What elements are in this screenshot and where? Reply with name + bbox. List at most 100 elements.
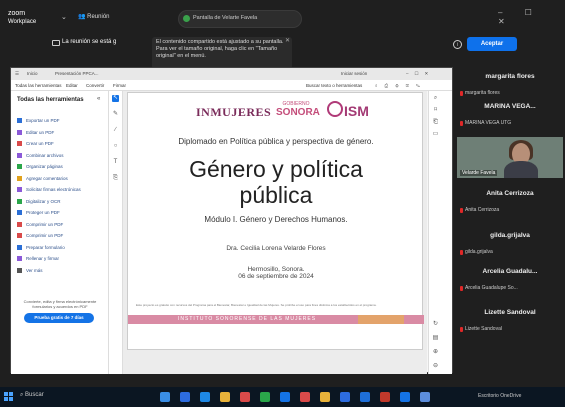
close-icon[interactable]: ✕ <box>285 37 290 44</box>
menu-sign[interactable]: Firmar <box>113 83 126 88</box>
zoom-out-icon[interactable]: ⊖ <box>432 363 439 370</box>
ism-emblem <box>327 101 343 117</box>
text-icon[interactable]: T <box>112 159 119 166</box>
chevron-left-icon[interactable]: « <box>97 96 100 102</box>
tool-item[interactable]: Combinar archivos <box>17 152 64 159</box>
participant-label: Lizette Sandoval <box>465 326 502 332</box>
tool-icon <box>17 244 22 250</box>
shape-icon[interactable]: ○ <box>112 143 119 150</box>
tool-item[interactable]: Rellenar y firmar <box>17 255 59 262</box>
free-trial-button[interactable]: Prueba gratis de 7 días <box>24 313 94 323</box>
taskbar-app-icon[interactable] <box>280 392 290 402</box>
tool-search-input[interactable]: Buscar texto o herramientas <box>306 83 362 88</box>
participant-tile[interactable]: Lizette Sandoval Lizette Sandoval <box>457 309 563 341</box>
tool-icon <box>17 233 22 239</box>
participant-tile[interactable]: margarita flores margarita flores <box>457 73 563 105</box>
tool-label: Rellenar y firmar <box>26 256 60 261</box>
tool-label: Comprimir un PDF <box>26 221 64 227</box>
tool-item[interactable]: Editar un PDF <box>17 129 54 136</box>
tool-label: Organizar páginas <box>26 164 63 169</box>
tool-item[interactable]: Preparar formulario <box>17 244 65 251</box>
tool-icon <box>17 256 22 262</box>
participant-name: MARINA VEGA... <box>484 103 536 110</box>
taskbar-app-icon[interactable] <box>420 392 430 402</box>
taskbar-app-icon[interactable] <box>160 392 170 402</box>
taskbar-app-icon[interactable] <box>320 392 330 402</box>
participant-tile[interactable]: Arcelia Guadalu... Arcelia Guadalupe So..… <box>457 268 563 300</box>
comment-icon[interactable]: ✎ <box>112 111 119 118</box>
page-icon[interactable]: ▤ <box>432 335 439 342</box>
participant-name: Lizette Sandoval <box>484 309 536 316</box>
meeting-button[interactable]: 👥 Reunión <box>78 13 110 20</box>
tool-item[interactable]: Digitalizar y OCR <box>17 198 61 205</box>
tool-label: Preparar formulario <box>26 244 65 250</box>
taskbar-app-icon[interactable] <box>340 392 350 402</box>
refresh-icon[interactable]: ↻ <box>432 321 439 328</box>
tool-item[interactable]: Exportar un PDF <box>17 117 60 124</box>
chevron-down-icon[interactable]: ⌄ <box>61 13 67 21</box>
taskbar-app-icon[interactable] <box>200 392 210 402</box>
accept-button[interactable]: Aceptar <box>467 37 517 51</box>
taskbar-app-icon[interactable] <box>400 392 410 402</box>
taskbar-app-icon[interactable] <box>240 392 250 402</box>
menu-convert[interactable]: Convertir <box>86 83 104 88</box>
layers-icon[interactable]: ▭ <box>432 131 439 138</box>
menu-all-tools[interactable]: Todas las herramientas <box>15 83 62 88</box>
participant-name: Arcelia Guadalu... <box>482 268 538 275</box>
tool-item[interactable]: Crear un PDF <box>17 140 54 147</box>
participant-label: gilda.grijalva <box>465 249 493 255</box>
share-pill-label: Pantalla de Velarte Favela <box>193 15 258 21</box>
taskbar-search[interactable]: ⌕ Buscar <box>20 392 44 399</box>
taskbar-search-label: Buscar <box>25 392 44 398</box>
speaker-label: Velarde Favela <box>460 170 498 176</box>
info-icon[interactable]: i <box>453 40 462 49</box>
taskbar-app-icon[interactable] <box>260 392 270 402</box>
bookmark-icon[interactable]: ⌑ <box>432 107 439 114</box>
tool-item[interactable]: Comprimir un PDF <box>17 221 63 228</box>
mic-muted-icon <box>460 121 463 126</box>
select-icon[interactable]: ↖ <box>112 95 119 102</box>
tab-home[interactable]: Inicio <box>27 71 38 76</box>
menu-edit[interactable]: Editar <box>66 83 78 88</box>
speaker-video[interactable]: Velarde Favela <box>457 137 563 178</box>
home-icon[interactable]: ☰ <box>15 71 19 77</box>
taskbar-app-icon[interactable] <box>380 392 390 402</box>
draw-icon[interactable]: ∕ <box>112 127 119 134</box>
acrobat-window-controls[interactable]: –☐✕ <box>406 71 434 77</box>
taskbar-app-icon[interactable] <box>300 392 310 402</box>
slide-footer-stripe: INSTITUTO SONORENSE DE LAS MUJERES <box>128 315 424 324</box>
shared-screen: ☰ Inicio Presentación PPCA... Iniciar se… <box>10 67 453 374</box>
participant-tile[interactable]: Anita Cerrizoza Anita Cerrizoza <box>457 190 563 222</box>
share-status-icon <box>183 15 190 22</box>
zoom-in-icon[interactable]: ⊕ <box>432 349 439 356</box>
attachment-icon[interactable]: ⎗ <box>432 119 439 126</box>
windows-start-icon[interactable] <box>4 392 14 402</box>
search-icon[interactable]: ⌕ <box>432 95 439 102</box>
tool-item[interactable]: Solicitar firmas electrónicas <box>17 186 81 193</box>
system-tray[interactable]: Escritorio OneDrive <box>478 393 521 399</box>
signin-button[interactable]: Iniciar sesión <box>341 71 367 76</box>
taskbar-app-icon[interactable] <box>360 392 370 402</box>
taskbar-app-icon[interactable] <box>220 392 230 402</box>
tool-item[interactable]: Comprimir un PDF <box>17 232 63 239</box>
right-tools-bar: ⌕ ⌑ ⎗ ▭ ↻ ▤ ⊕ ⊖ <box>428 91 452 374</box>
tab-file[interactable]: Presentación PPCA... <box>55 71 99 76</box>
participant-tile[interactable]: MARINA VEGA... MARINA VEGA UTG <box>457 103 563 135</box>
tool-label: Ver más <box>26 267 43 273</box>
tool-item[interactable]: Agregar comentarios <box>17 175 68 182</box>
tool-item[interactable]: Organizar páginas <box>17 163 63 170</box>
tool-item[interactable]: Ver más <box>17 267 43 274</box>
tool-icon <box>17 164 22 170</box>
quick-tools-bar: ↖ ✎ ∕ ○ T ⎘ <box>109 91 123 374</box>
toolbar-icons[interactable]: ⌕⎙⚙✉✎ <box>375 83 427 88</box>
pdf-page: INMUJERES GOBIERNO SONORA ISM Diplomado … <box>127 92 424 350</box>
tool-item[interactable]: Proteger un PDF <box>17 209 60 216</box>
participant-label: Anita Cerrizoza <box>465 207 500 213</box>
slide-footer-text: INSTITUTO SONORENSE DE LAS MUJERES <box>178 316 317 322</box>
taskbar-app-icon[interactable] <box>180 392 190 402</box>
window-controls[interactable]: – ☐ ✕ <box>498 8 565 26</box>
tool-label: Agregar comentarios <box>26 175 68 181</box>
slide-presenter: Dra. Cecilia Lorena Velarde Flores <box>226 245 326 252</box>
participant-tile[interactable]: gilda.grijalva gilda.grijalva <box>457 232 563 264</box>
stamp-icon[interactable]: ⎘ <box>112 175 119 182</box>
